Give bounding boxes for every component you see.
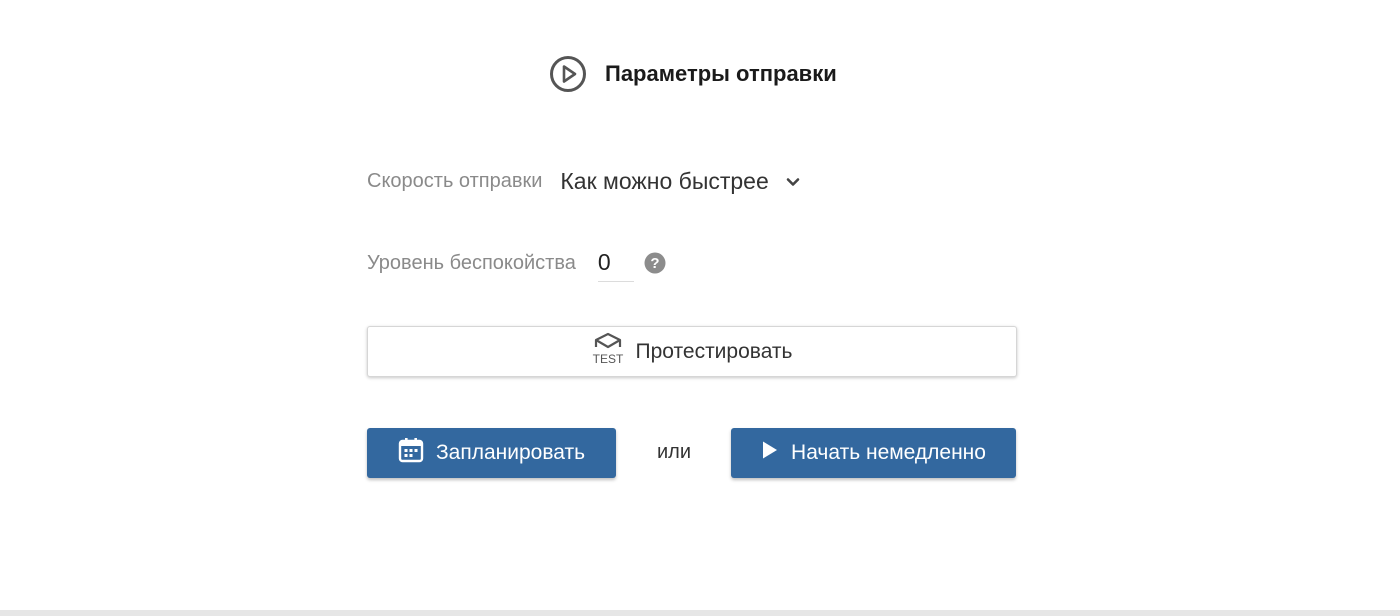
page-title: Параметры отправки bbox=[605, 61, 837, 86]
svg-text:?: ? bbox=[650, 255, 659, 272]
test-icon-text: TEST bbox=[592, 352, 623, 366]
bottom-divider bbox=[0, 610, 1400, 616]
test-button[interactable]: TEST Протестировать bbox=[367, 326, 1017, 377]
level-input[interactable] bbox=[597, 244, 634, 282]
test-envelope-icon: TEST bbox=[592, 332, 624, 371]
speed-label: Скорость отправки bbox=[367, 170, 543, 192]
calendar-icon bbox=[398, 437, 424, 469]
start-now-button-label: Начать немедленно bbox=[791, 441, 986, 464]
speed-dropdown[interactable]: Как можно быстрее bbox=[560, 168, 800, 195]
send-parameters-page: Параметры отправки Скорость отправки Как… bbox=[0, 0, 1400, 616]
schedule-button[interactable]: Запланировать bbox=[367, 428, 616, 478]
play-circle-icon bbox=[549, 55, 587, 93]
or-separator: или bbox=[657, 441, 692, 463]
chevron-down-icon bbox=[785, 176, 801, 188]
question-circle-icon[interactable]: ? bbox=[644, 252, 666, 274]
section-header: Параметры отправки bbox=[549, 55, 837, 93]
level-label: Уровень беспокойства bbox=[367, 251, 576, 274]
speed-row: Скорость отправки Как можно быстрее bbox=[367, 168, 801, 195]
speed-selected-value: Как можно быстрее bbox=[560, 168, 769, 194]
level-row: Уровень беспокойства ? bbox=[367, 244, 666, 282]
start-now-button[interactable]: Начать немедленно bbox=[731, 428, 1016, 478]
play-icon bbox=[761, 440, 779, 466]
schedule-button-label: Запланировать bbox=[435, 441, 586, 464]
test-button-label: Протестировать bbox=[635, 339, 793, 363]
